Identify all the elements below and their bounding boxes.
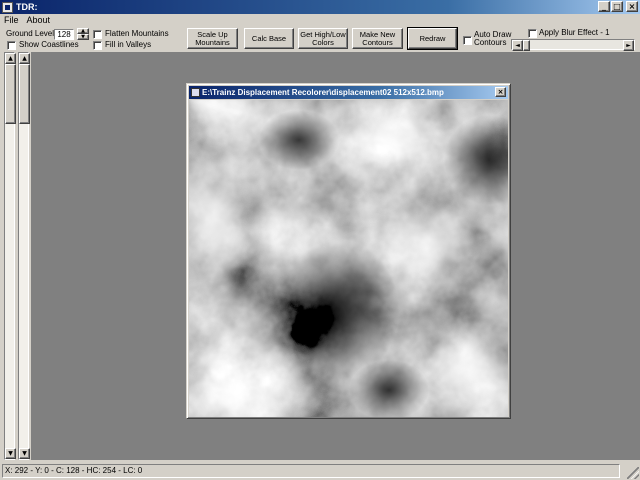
image-window[interactable]: E:\Trainz Displacement Recolorer\displac… <box>186 83 511 419</box>
app-title-bar[interactable]: TDR: _ □ × <box>0 0 640 14</box>
scroll-track[interactable] <box>5 64 16 448</box>
auto-draw-contours-checkbox[interactable] <box>463 36 472 45</box>
scroll-down-arrow-icon[interactable]: ▼ <box>19 448 30 459</box>
minimize-button[interactable]: _ <box>598 1 610 12</box>
scale-up-mountains-button[interactable]: Scale Up Mountains <box>187 28 238 49</box>
scroll-down-arrow-icon[interactable]: ▼ <box>5 448 16 459</box>
apply-blur-checkbox[interactable] <box>528 29 537 38</box>
ground-level-label: Ground Level <box>6 29 55 38</box>
redraw-button[interactable]: Redraw <box>407 27 458 50</box>
scroll-up-arrow-icon[interactable]: ▲ <box>19 53 30 64</box>
menu-about[interactable]: About <box>27 15 51 25</box>
apply-blur-label: Apply Blur Effect - 1 <box>539 28 610 37</box>
fill-valleys-checkbox[interactable] <box>93 41 102 50</box>
image-window-title-bar[interactable]: E:\Trainz Displacement Recolorer\displac… <box>189 86 508 99</box>
fill-valleys-label: Fill in Valleys <box>105 40 152 49</box>
image-window-icon <box>191 88 200 97</box>
calc-base-button[interactable]: Calc Base <box>244 28 294 49</box>
slider-left-arrow-icon[interactable]: ◄ <box>512 40 523 51</box>
flatten-mountains-label: Flatten Mountains <box>105 29 169 38</box>
make-new-contours-button[interactable]: Make New Contours <box>352 28 403 49</box>
scroll-up-arrow-icon[interactable]: ▲ <box>5 53 16 64</box>
get-high-low-colors-button[interactable]: Get High/Low Colors <box>298 28 348 49</box>
scroll-track[interactable] <box>19 64 30 448</box>
app-title: TDR: <box>16 2 38 12</box>
scroll-thumb[interactable] <box>19 64 30 124</box>
close-button[interactable]: × <box>626 1 638 12</box>
left-scrollbar-2[interactable]: ▲ ▼ <box>18 52 30 460</box>
show-coastlines-label: Show Coastlines <box>19 40 79 49</box>
status-bar: X: 292 - Y: 0 - C: 128 - HC: 254 - LC: 0 <box>0 462 640 480</box>
heightmap-image[interactable] <box>189 100 508 417</box>
toolbar: Ground Level 128 ▲ ▼ Show Coastlines Fla… <box>0 26 640 52</box>
image-window-title: E:\Trainz Displacement Recolorer\displac… <box>202 88 444 97</box>
maximize-button[interactable]: □ <box>611 1 623 12</box>
ground-level-spinner[interactable]: ▲ ▼ <box>77 28 89 41</box>
slider-thumb[interactable] <box>523 40 530 51</box>
show-coastlines-checkbox[interactable] <box>7 41 16 50</box>
slider-right-arrow-icon[interactable]: ► <box>623 40 634 51</box>
ground-level-input[interactable]: 128 <box>54 29 74 40</box>
blur-slider[interactable]: ◄ ► <box>511 39 635 51</box>
slider-track[interactable] <box>523 40 623 51</box>
left-scrollbar-1[interactable]: ▲ ▼ <box>4 52 16 460</box>
heightmap-picture <box>189 100 508 417</box>
flatten-mountains-checkbox[interactable] <box>93 30 102 39</box>
menu-bar: File About <box>0 14 640 26</box>
scroll-thumb[interactable] <box>5 64 16 124</box>
image-window-close-button[interactable]: × <box>495 87 506 97</box>
resize-grip-icon[interactable] <box>627 467 639 479</box>
app-icon <box>2 1 13 13</box>
auto-draw-contours-label: Auto Draw Contours <box>474 30 512 47</box>
menu-file[interactable]: File <box>4 15 19 25</box>
spinner-down-icon[interactable]: ▼ <box>77 34 89 40</box>
status-text: X: 292 - Y: 0 - C: 128 - HC: 254 - LC: 0 <box>2 464 620 478</box>
